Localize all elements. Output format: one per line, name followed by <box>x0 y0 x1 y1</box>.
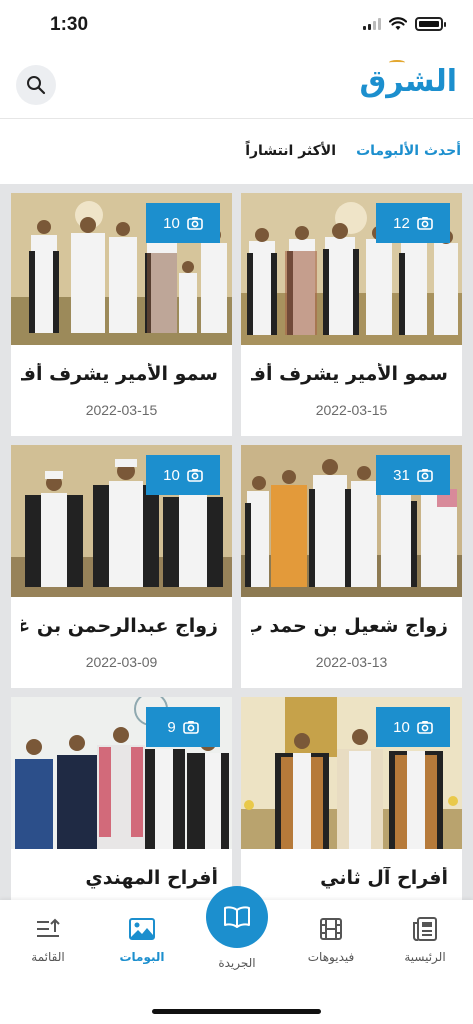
album-title: أفراح آل ثاني <box>320 867 448 889</box>
sort-list-icon <box>37 918 60 937</box>
newspaper-button[interactable] <box>206 886 268 948</box>
album-card[interactable]: 10 أفراح آل ثاني <box>241 697 462 900</box>
newspaper-list-icon <box>413 917 437 941</box>
photo-count: 10 <box>163 214 180 232</box>
camera-icon <box>187 469 203 482</box>
status-time: 1:30 <box>50 14 89 35</box>
photo-count: 10 <box>163 466 180 484</box>
photo-count-badge: 12 <box>376 203 450 243</box>
nav-label-albums: البومات <box>119 950 165 964</box>
wifi-icon <box>389 17 407 30</box>
nav-item-videos[interactable]: فيديوهات <box>286 914 376 964</box>
status-bar: 1:30 <box>0 0 473 52</box>
camera-icon <box>417 721 433 734</box>
tab-latest-albums[interactable]: أحدث الألبومات <box>356 143 461 159</box>
nav-item-list[interactable]: القائمة <box>3 914 93 964</box>
album-title: زواج شعيل بن حمد ب... <box>251 615 448 637</box>
status-icons <box>363 17 446 31</box>
album-date: 2022-03-13 <box>315 654 388 670</box>
nav-item-home[interactable]: الرئيسية <box>380 914 470 964</box>
nav-label-home: الرئيسية <box>404 950 446 964</box>
logo-text: الشرق <box>359 64 457 99</box>
album-card[interactable]: 10 سمو الأمير يشرف أف... 2022-03-15 <box>11 193 232 436</box>
app-logo[interactable]: الشرق <box>359 60 457 99</box>
nav-item-albums[interactable]: البومات <box>97 914 187 964</box>
album-title: زواج عبدالرحمن بن غا... <box>21 615 218 637</box>
photo-count-badge: 10 <box>376 707 450 747</box>
signal-icon <box>363 18 381 30</box>
album-card[interactable]: 31 زواج شعيل بن حمد ب... 2022-03-13 <box>241 445 462 688</box>
album-title: سمو الأمير يشرف أف... <box>251 363 448 385</box>
album-title: أفراح المهندي <box>85 867 218 889</box>
image-icon <box>129 918 155 940</box>
album-title: سمو الأمير يشرف أف... <box>21 363 218 385</box>
album-card[interactable]: 12 سمو الأمير يشرف أف... 2022-03-15 <box>241 193 462 436</box>
camera-icon <box>182 721 199 734</box>
photo-count: 12 <box>393 214 410 232</box>
photo-count-badge: 31 <box>376 455 450 495</box>
photo-count-badge: 10 <box>146 455 220 495</box>
tab-most-popular[interactable]: الأكثر انتشاراً <box>245 143 336 159</box>
camera-icon <box>417 469 433 482</box>
book-icon <box>224 906 250 928</box>
album-date: 2022-03-15 <box>85 402 158 418</box>
album-tabs: أحدث الألبومات الأكثر انتشاراً <box>0 118 473 184</box>
camera-icon <box>187 217 203 230</box>
search-button[interactable] <box>16 65 56 105</box>
photo-count-badge: 10 <box>146 203 220 243</box>
photo-count: 9 <box>167 718 176 736</box>
photo-count-badge: 9 <box>146 707 220 747</box>
app-header: الشرق <box>0 52 473 118</box>
nav-label-newspaper[interactable]: الجريدة <box>187 956 287 970</box>
photo-count: 31 <box>393 466 410 484</box>
photo-count: 10 <box>393 718 410 736</box>
album-card[interactable]: 10 زواج عبدالرحمن بن غا... 2022-03-09 <box>11 445 232 688</box>
album-card[interactable]: 9 أفراح المهندي <box>11 697 232 900</box>
search-icon <box>27 76 46 95</box>
bottom-navigation: الرئيسية فيديوهات الجريدة البومات القائم… <box>0 886 473 1024</box>
album-date: 2022-03-09 <box>85 654 158 670</box>
home-indicator <box>152 1009 321 1014</box>
nav-label-list: القائمة <box>31 950 65 964</box>
camera-icon <box>417 217 433 230</box>
nav-label-videos: فيديوهات <box>307 950 355 964</box>
battery-icon <box>415 17 446 31</box>
album-date: 2022-03-15 <box>315 402 388 418</box>
albums-grid: 12 سمو الأمير يشرف أف... 2022-03-15 10 س… <box>0 184 473 900</box>
film-icon <box>320 918 342 940</box>
